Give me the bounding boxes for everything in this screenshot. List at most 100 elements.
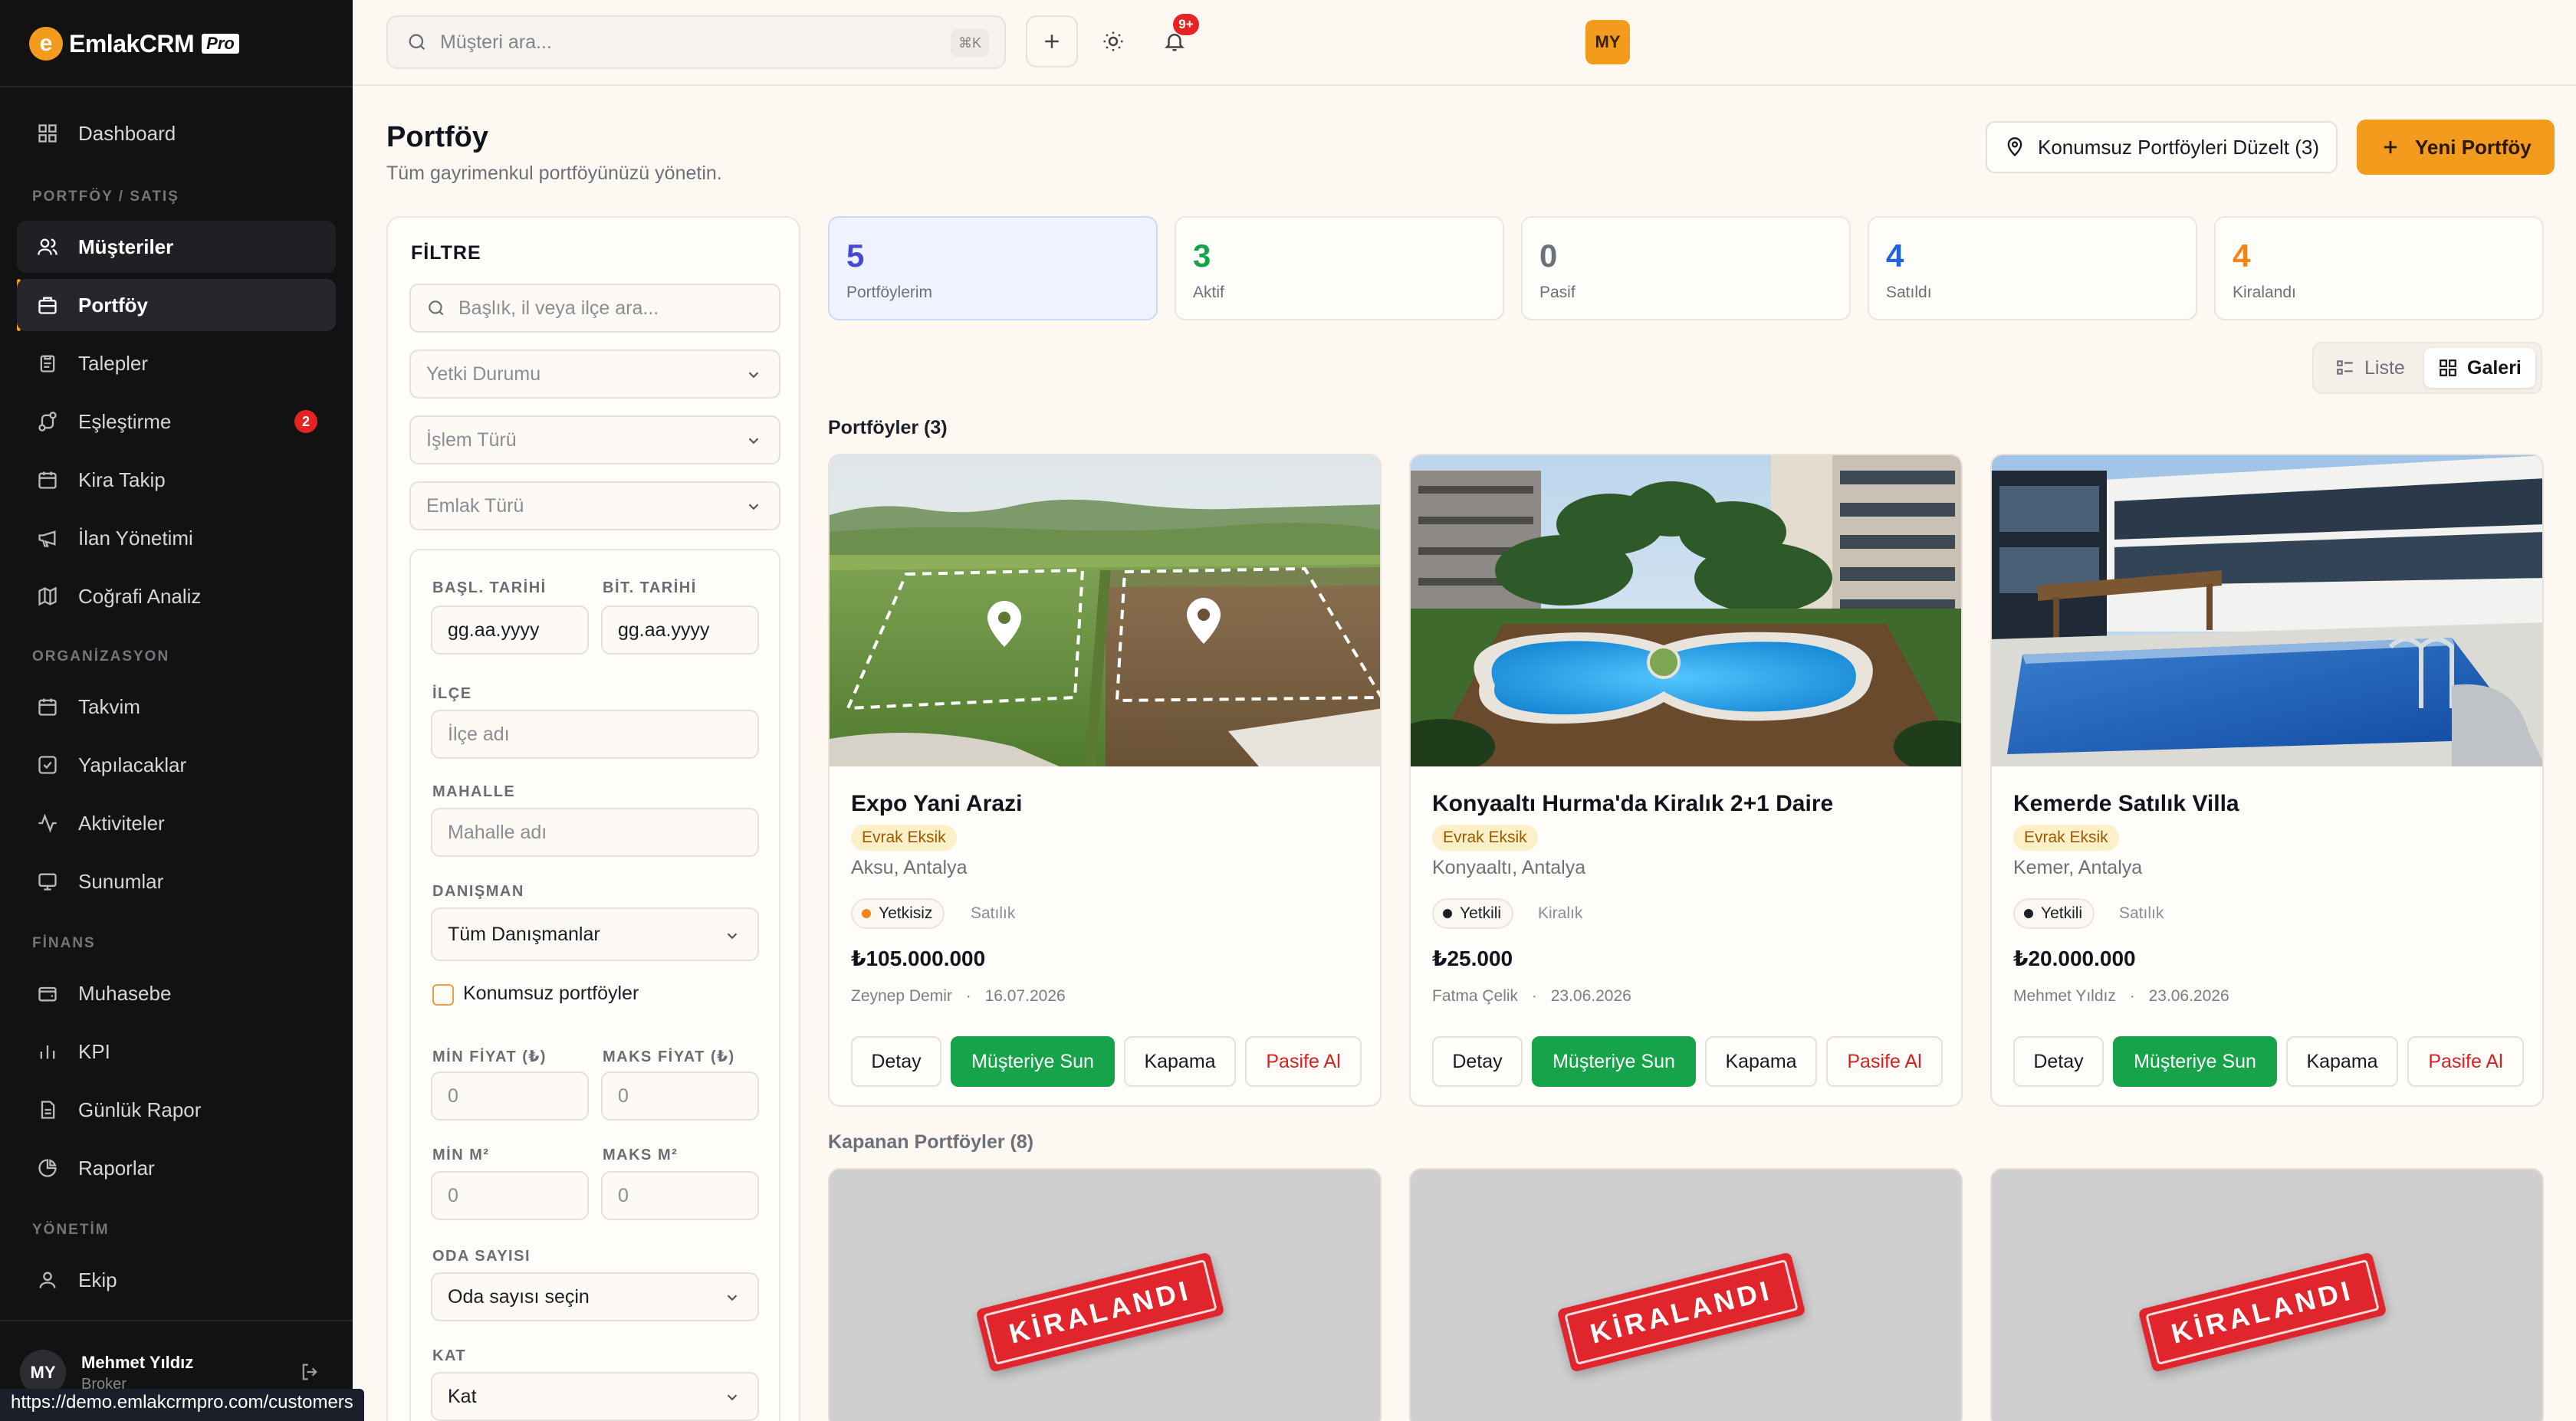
sidebar-item-label: Günlük Rapor — [78, 1098, 202, 1121]
min-price-input[interactable]: 0 — [431, 1071, 589, 1121]
max-m2-input[interactable]: 0 — [601, 1171, 759, 1220]
sidebar-item-activities[interactable]: Aktiviteler — [17, 797, 336, 849]
sidebar: e EmlakCRM Pro Dashboard PORTFÖY / SATIŞ… — [0, 0, 353, 1421]
select-value: Yetki Durumu — [426, 363, 541, 385]
transaction-type-select[interactable]: İşlem Türü — [409, 415, 780, 464]
rooms-select[interactable]: Oda sayısı seçin — [431, 1272, 759, 1321]
sidebar-item-reports[interactable]: Raporlar — [17, 1142, 336, 1194]
neighborhood-input[interactable]: Mahalle adı — [431, 808, 759, 857]
filter-search-input[interactable]: Başlık, il veya ilçe ara... — [409, 284, 780, 333]
sidebar-item-team[interactable]: Ekip — [17, 1254, 336, 1306]
detail-button[interactable]: Detay — [1432, 1036, 1523, 1087]
sidebar-item-label: Talepler — [78, 351, 149, 375]
chevron-down-icon — [748, 504, 759, 510]
sidebar-item-accounting[interactable]: Muhasebe — [17, 967, 336, 1019]
page-subtitle: Tüm gayrimenkul portföyünüzü yönetin. — [386, 162, 722, 184]
theme-toggle-button[interactable] — [1087, 15, 1139, 67]
authority-status-select[interactable]: Yetki Durumu — [409, 350, 780, 399]
max-price-label: MAKS FİYAT (₺) — [603, 1049, 735, 1065]
missing-docs-badge: Evrak Eksik — [1432, 825, 1538, 851]
min-m2-input[interactable]: 0 — [431, 1171, 589, 1220]
floor-select[interactable]: Kat — [431, 1372, 759, 1421]
neighborhood-label: MAHALLE — [432, 783, 516, 800]
deactivate-button[interactable]: Pasife Al — [1826, 1036, 1943, 1087]
agent-name: Zeynep Demir — [851, 987, 952, 1005]
portfolio-title[interactable]: Konyaaltı Hurma'da Kiralık 2+1 Daire — [1432, 791, 1833, 817]
status-dot — [2024, 909, 2033, 918]
portfolio-card[interactable]: Konyaaltı Hurma'da Kiralık 2+1 Daire Evr… — [1409, 454, 1963, 1107]
portfolio-photo[interactable] — [1992, 455, 2542, 766]
sidebar-item-listing-management[interactable]: İlan Yönetimi — [17, 512, 336, 564]
sidebar-item-customers[interactable]: Müşteriler — [17, 221, 336, 273]
stat-rented[interactable]: 4 Kiralandı — [2214, 216, 2544, 320]
new-portfolio-button[interactable]: Yeni Portföy — [2357, 120, 2555, 175]
portfolio-title[interactable]: Kemerde Satılık Villa — [2013, 791, 2239, 817]
sidebar-item-matching[interactable]: Eşleştirme 2 — [17, 395, 336, 448]
sidebar-item-dashboard[interactable]: Dashboard — [17, 107, 336, 159]
closed-portfolio-card[interactable]: KİRALANDI — [1990, 1168, 2544, 1421]
meta-separator: · — [2129, 987, 2135, 1005]
stat-my-portfolios[interactable]: 5 Portföylerim — [828, 216, 1158, 320]
no-location-checkbox[interactable] — [432, 984, 454, 1006]
closed-portfolio-card[interactable]: KİRALANDI — [828, 1168, 1382, 1421]
max-price-input[interactable]: 0 — [601, 1071, 759, 1121]
portfolio-location: Aksu, Antalya — [851, 857, 968, 878]
sidebar-item-kpi[interactable]: KPI — [17, 1026, 336, 1078]
filter-search-placeholder: Başlık, il veya ilçe ara... — [458, 297, 659, 319]
list-view-button[interactable]: Liste — [2321, 348, 2419, 388]
portfolio-location: Konyaaltı, Antalya — [1432, 857, 1586, 878]
stat-sold[interactable]: 4 Satıldı — [1868, 216, 2197, 320]
app-logo[interactable]: e EmlakCRM Pro — [29, 23, 239, 64]
building-icon — [38, 297, 57, 314]
profile-avatar[interactable]: MY — [1585, 20, 1630, 64]
sidebar-item-geo-analysis[interactable]: Coğrafi Analiz — [17, 570, 336, 622]
chevron-down-icon — [727, 1295, 738, 1301]
detail-button[interactable]: Detay — [851, 1036, 941, 1087]
portfolio-title[interactable]: Expo Yani Arazi — [851, 791, 1022, 817]
portfolio-card[interactable]: Kemerde Satılık Villa Evrak Eksik Kemer,… — [1990, 454, 2544, 1107]
consultant-select[interactable]: Tüm Danışmanlar — [431, 907, 759, 961]
stat-label: Pasif — [1539, 284, 1576, 301]
authority-status: Yetkisiz — [879, 904, 933, 922]
close-deal-button[interactable]: Kapama — [1124, 1036, 1236, 1087]
quick-add-button[interactable] — [1026, 15, 1078, 67]
customer-search[interactable]: ⌘K — [386, 15, 1006, 69]
portfolio-photo[interactable] — [1411, 455, 1961, 766]
deactivate-button[interactable]: Pasife Al — [1245, 1036, 1362, 1087]
closed-portfolio-card[interactable]: KİRALANDI — [1409, 1168, 1963, 1421]
present-to-customer-button[interactable]: Müşteriye Sun — [951, 1036, 1115, 1087]
stat-value: 4 — [2233, 238, 2251, 274]
portfolio-photo[interactable] — [830, 455, 1380, 766]
close-deal-button[interactable]: Kapama — [1705, 1036, 1817, 1087]
portfolio-card[interactable]: Expo Yani Arazi Evrak Eksik Aksu, Antaly… — [828, 454, 1382, 1107]
start-date-input[interactable]: gg.aa.yyyy — [431, 605, 589, 655]
activity-icon — [38, 813, 57, 833]
transaction-kind: Kiralık — [1538, 904, 1583, 922]
present-to-customer-button[interactable]: Müşteriye Sun — [2113, 1036, 2277, 1087]
sidebar-item-daily-report[interactable]: Günlük Rapor — [17, 1084, 336, 1136]
close-deal-button[interactable]: Kapama — [2286, 1036, 2398, 1087]
meta-separator: · — [1531, 987, 1537, 1005]
property-type-select[interactable]: Emlak Türü — [409, 481, 780, 530]
district-input[interactable]: İlçe adı — [431, 710, 759, 759]
sidebar-item-requests[interactable]: Talepler — [17, 337, 336, 389]
sidebar-item-portfolio[interactable]: Portföy — [17, 279, 336, 331]
present-to-customer-button[interactable]: Müşteriye Sun — [1532, 1036, 1696, 1087]
max-m2-label: MAKS M² — [603, 1147, 678, 1163]
max-price-value: 0 — [618, 1085, 629, 1107]
stat-passive[interactable]: 0 Pasif — [1521, 216, 1851, 320]
chevron-down-icon — [748, 372, 759, 379]
fix-unlocated-button[interactable]: Konumsuz Portföyleri Düzelt (3) — [1986, 121, 2338, 173]
detail-button[interactable]: Detay — [2013, 1036, 2104, 1087]
sidebar-item-todos[interactable]: Yapılacaklar — [17, 739, 336, 791]
notifications-button[interactable]: 9+ — [1148, 14, 1201, 67]
stat-active[interactable]: 3 Aktif — [1175, 216, 1504, 320]
sidebar-item-presentations[interactable]: Sunumlar — [17, 855, 336, 907]
deactivate-button[interactable]: Pasife Al — [2407, 1036, 2524, 1087]
logout-icon[interactable] — [299, 1361, 320, 1383]
customer-search-input[interactable] — [440, 31, 931, 54]
gallery-view-button[interactable]: Galeri — [2424, 348, 2535, 388]
sidebar-item-rent-tracking[interactable]: Kira Takip — [17, 454, 336, 506]
end-date-input[interactable]: gg.aa.yyyy — [601, 605, 759, 655]
sidebar-item-calendar[interactable]: Takvim — [17, 681, 336, 733]
